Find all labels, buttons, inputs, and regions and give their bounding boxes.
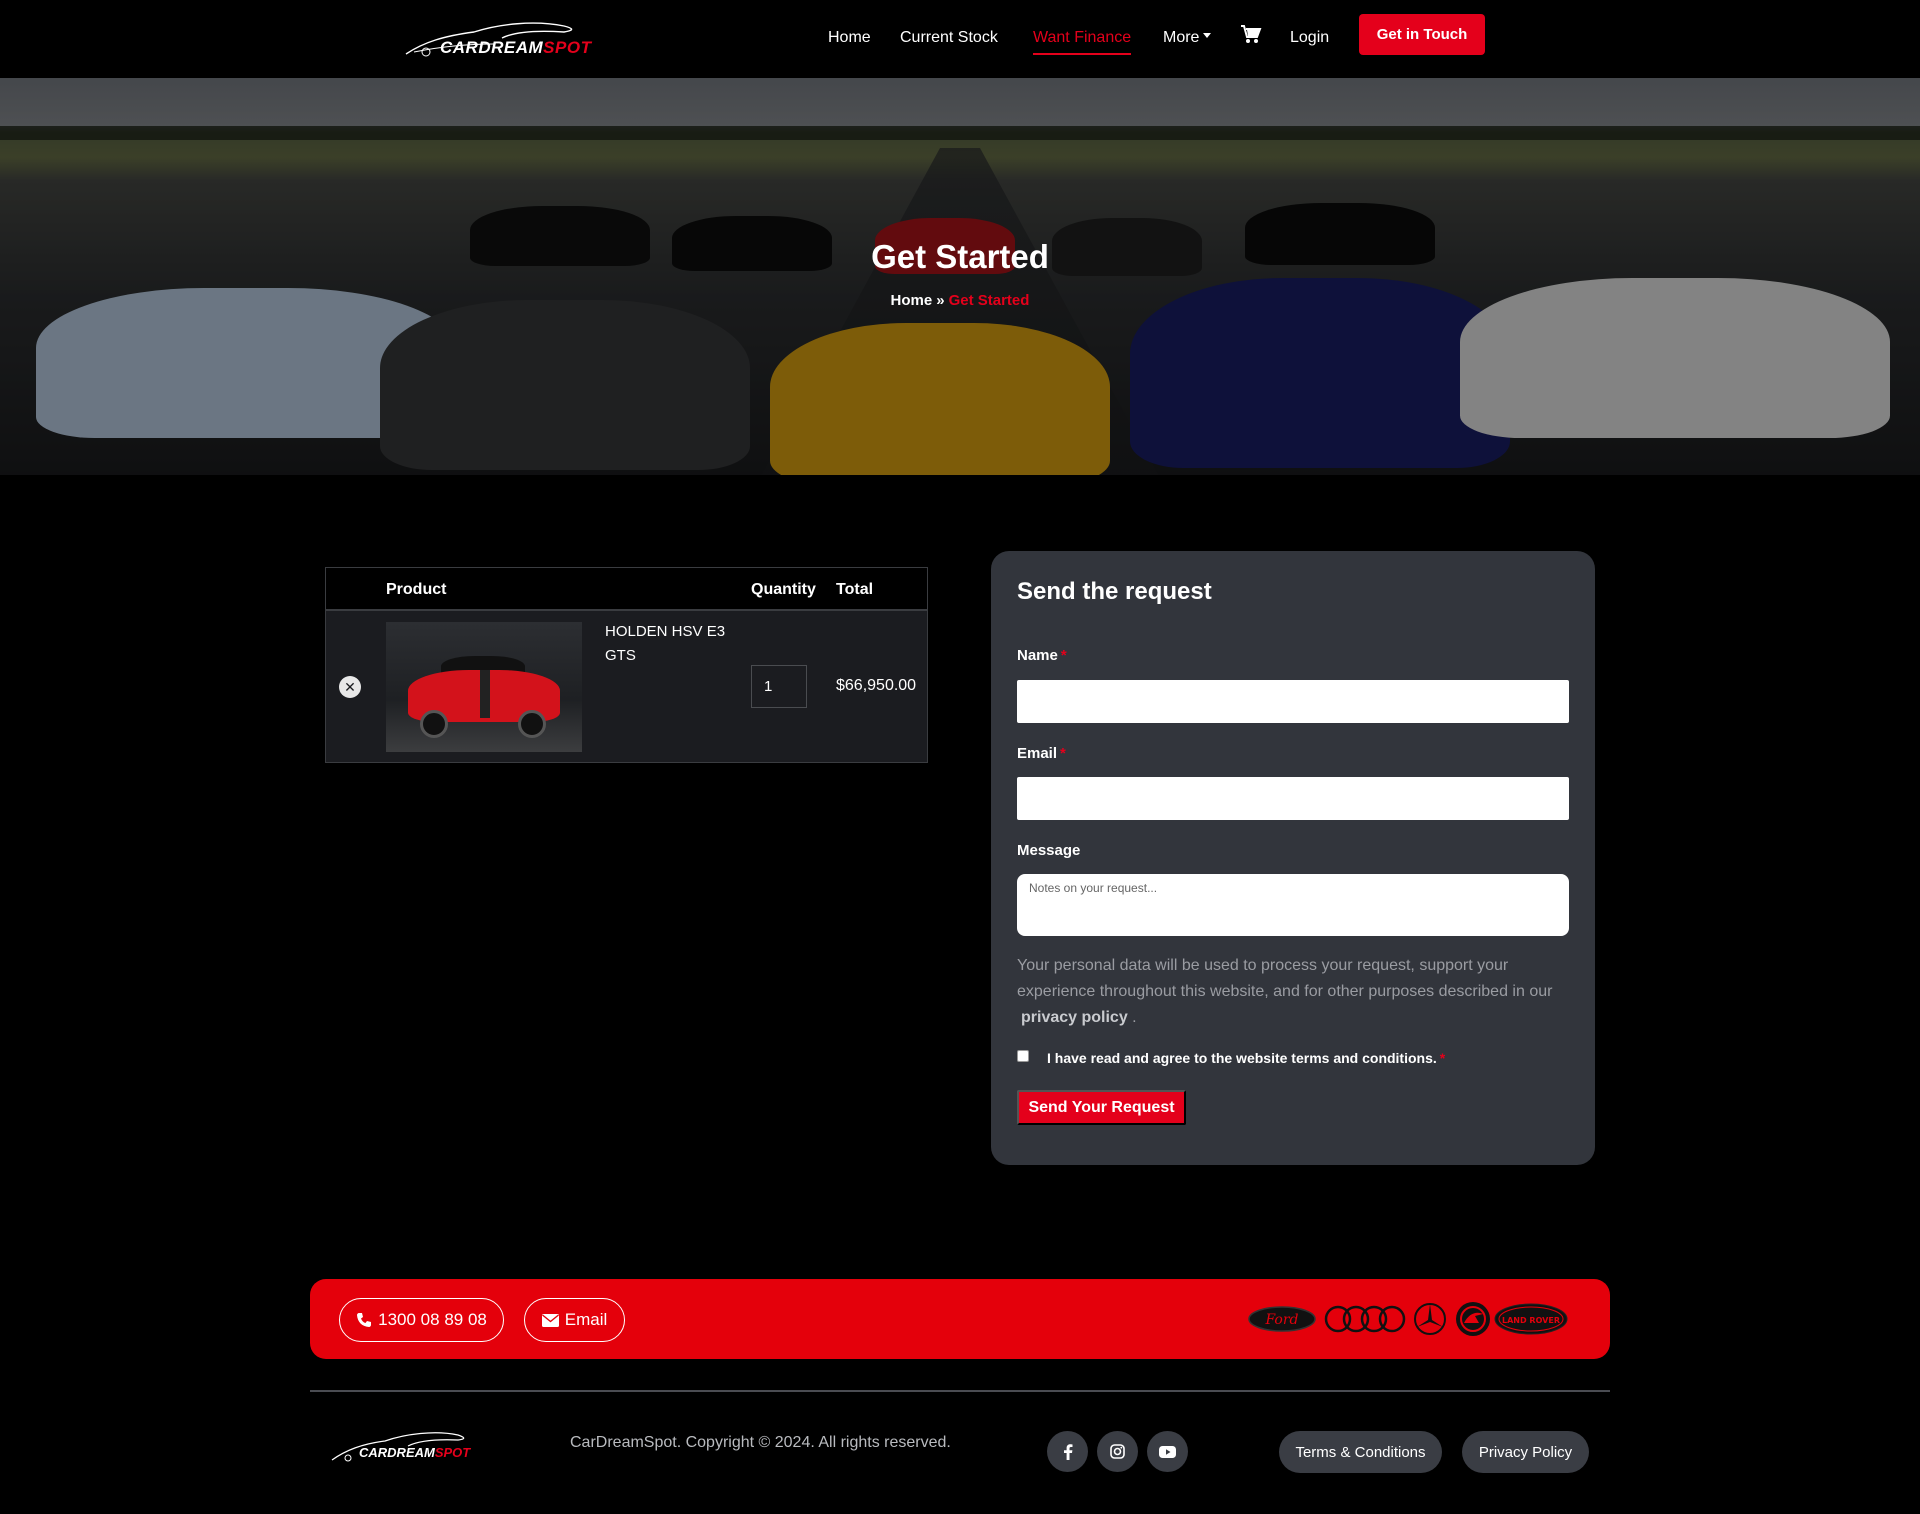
terms-conditions-button[interactable]: Terms & Conditions <box>1279 1431 1442 1473</box>
breadcrumb-home[interactable]: Home <box>891 292 933 309</box>
envelope-icon <box>541 1313 559 1327</box>
nav-want-finance[interactable]: Want Finance <box>1033 29 1132 55</box>
footer-logo[interactable]: CARDREAMSPOT <box>330 1428 480 1464</box>
breadcrumb-current: Get Started <box>948 292 1030 309</box>
mercedes-logo-icon <box>1414 1303 1446 1335</box>
youtube-icon[interactable] <box>1147 1431 1188 1472</box>
breadcrumb-separator: » <box>936 292 945 309</box>
nav-home[interactable]: Home <box>828 29 871 47</box>
column-header-total: Total <box>836 581 874 598</box>
email-label-text: Email <box>1017 745 1058 762</box>
required-mark: * <box>1060 745 1066 762</box>
terms-checkbox[interactable] <box>1017 1050 1029 1062</box>
breadcrumb: Home» Get Started <box>0 292 1920 309</box>
remove-item-icon[interactable]: ✕ <box>339 676 361 698</box>
column-header-product: Product <box>386 581 447 598</box>
nav-more-label: More <box>1163 29 1200 46</box>
footer-logo-text-white: CARDREAM <box>359 1445 435 1460</box>
shopping-cart-icon[interactable] <box>1240 24 1262 44</box>
ford-logo-text: Ford <box>1264 1312 1298 1328</box>
phone-icon <box>357 1313 372 1327</box>
terms-label-text: I have read and agree to the website ter… <box>1047 1050 1437 1066</box>
request-form: Send the request Name * Email * Message No… <box>991 551 1595 1165</box>
hero-banner: Get Started Home» Get Started <box>0 78 1920 475</box>
email-field[interactable] <box>1017 777 1569 820</box>
privacy-policy-link[interactable]: privacy policy <box>1021 1009 1128 1026</box>
phone-number: 1300 08 89 08 <box>378 1310 487 1329</box>
product-total: $66,950.00 <box>836 677 917 694</box>
logo-text-red: SPOT <box>543 38 592 57</box>
cart-table-header: Product Quantity Total <box>326 568 927 611</box>
phone-button[interactable]: 1300 08 89 08 <box>339 1298 504 1342</box>
nav-login[interactable]: Login <box>1290 29 1329 47</box>
get-in-touch-button[interactable]: Get in Touch <box>1359 14 1485 55</box>
nav-current-stock[interactable]: Current Stock <box>900 29 998 47</box>
privacy-text: Your personal data will be used to proce… <box>1017 957 1553 1000</box>
privacy-end: . <box>1132 1009 1137 1026</box>
skoda-logo-icon <box>1456 1302 1490 1336</box>
terms-label: I have read and agree to the website ter… <box>1047 1050 1445 1066</box>
land-rover-logo-text: LAND ROVER <box>1502 1316 1560 1325</box>
privacy-policy-button[interactable]: Privacy Policy <box>1462 1431 1589 1473</box>
required-mark: * <box>1439 1050 1446 1066</box>
send-request-button[interactable]: Send Your Request <box>1017 1090 1186 1125</box>
form-title: Send the request <box>1017 578 1212 605</box>
instagram-icon[interactable] <box>1097 1431 1138 1472</box>
email-label: Email * <box>1017 745 1066 762</box>
column-header-quantity: Quantity <box>751 581 816 598</box>
footer-divider <box>310 1390 1610 1392</box>
quantity-input[interactable]: 1 <box>751 665 807 708</box>
name-field[interactable] <box>1017 680 1569 723</box>
site-logo[interactable]: CARDREAMSPOT <box>404 18 594 58</box>
logo-text-white: CARDREAM <box>440 38 544 57</box>
footer-logo-text-red: SPOT <box>434 1445 471 1460</box>
chevron-down-icon <box>1203 33 1212 39</box>
ford-logo-icon: Ford <box>1248 1306 1316 1332</box>
nav-more-dropdown[interactable]: More <box>1163 29 1212 47</box>
copyright-text: CarDreamSpot. Copyright © 2024. All righ… <box>570 1434 951 1451</box>
facebook-icon[interactable] <box>1047 1431 1088 1472</box>
contact-bar: 1300 08 89 08 Email Ford LAND ROVER <box>310 1279 1610 1359</box>
land-rover-logo-icon: LAND ROVER <box>1494 1303 1568 1335</box>
privacy-notice: Your personal data will be used to proce… <box>1017 953 1577 1031</box>
cart-table: Product Quantity Total ✕ HOLDEN HSV E3 G… <box>325 567 928 763</box>
email-label: Email <box>564 1310 608 1329</box>
page-title: Get Started <box>871 238 1049 275</box>
name-label-text: Name <box>1017 647 1058 664</box>
product-name[interactable]: HOLDEN HSV E3 GTS <box>605 620 730 668</box>
product-thumbnail[interactable] <box>386 622 582 752</box>
message-textarea[interactable]: Notes on your request... <box>1017 874 1569 936</box>
message-label: Message <box>1017 842 1081 859</box>
top-navbar: CARDREAMSPOT Home Current Stock Want Fin… <box>0 0 1920 78</box>
email-button[interactable]: Email <box>524 1298 625 1342</box>
name-label: Name * <box>1017 647 1067 664</box>
required-mark: * <box>1060 647 1067 664</box>
audi-logo-icon <box>1324 1305 1406 1333</box>
